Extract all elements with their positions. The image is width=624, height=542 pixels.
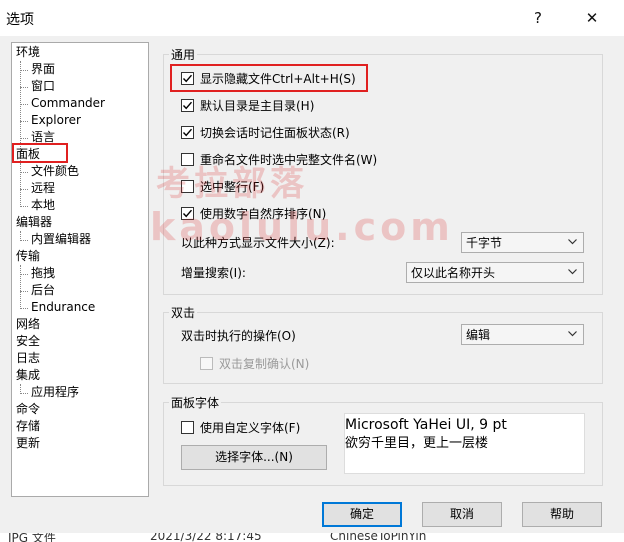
size-format-value: 千字节 — [466, 236, 503, 250]
use-custom-font-checkbox[interactable] — [181, 421, 194, 434]
tree-item-endurance[interactable]: Endurance — [31, 299, 95, 315]
tree-item-local[interactable]: 本地 — [31, 197, 55, 213]
double-click-action-select[interactable]: 编辑 — [461, 324, 584, 345]
tree-item-integration[interactable]: 集成 — [16, 367, 40, 383]
chevron-down-icon — [568, 331, 577, 337]
bg-file-type: JPG 文件 — [8, 533, 56, 542]
tree-item-commander[interactable]: Commander — [31, 95, 105, 111]
default-dir-home-checkbox[interactable] — [181, 99, 194, 112]
help-button[interactable]: 帮助 — [522, 502, 602, 527]
chevron-down-icon — [568, 239, 577, 245]
remember-panel-state-checkbox[interactable] — [181, 126, 194, 139]
tree-item-security[interactable]: 安全 — [16, 333, 40, 349]
tree-item-drag-drop[interactable]: 拖拽 — [31, 265, 55, 281]
incremental-search-value: 仅以此名称开头 — [411, 266, 496, 280]
incremental-search-select[interactable]: 仅以此名称开头 — [406, 262, 584, 283]
tree-item-window[interactable]: 窗口 — [31, 78, 55, 94]
help-icon[interactable]: ? — [526, 6, 550, 30]
window-title: 选项 — [6, 12, 34, 28]
tree-item-interface[interactable]: 界面 — [31, 61, 55, 77]
tree-item-transfer[interactable]: 传输 — [16, 248, 40, 264]
options-tree[interactable]: 环境 界面 窗口 Commander Explorer 语言 面板 文件颜色 远… — [11, 42, 149, 497]
highlight-show-hidden — [170, 64, 368, 92]
cancel-button[interactable]: 取消 — [422, 502, 502, 527]
select-font-button[interactable]: 选择字体...(N) — [181, 445, 327, 470]
default-dir-home-label: 默认目录是主目录(H) — [200, 99, 315, 113]
background-window-strip: JPG 文件 2021/3/22 8:17:45 ChineseToPinYin — [0, 533, 624, 542]
watermark-url: kaolulu.com — [150, 205, 454, 249]
double-click-group: 双击 — [163, 304, 603, 384]
bg-file-name: ChineseToPinYin — [330, 533, 427, 542]
tree-item-explorer[interactable]: Explorer — [31, 112, 81, 128]
tree-item-file-colors[interactable]: 文件颜色 — [31, 163, 79, 179]
tree-item-internal-editor[interactable]: 内置编辑器 — [31, 231, 91, 247]
double-click-action-value: 编辑 — [466, 328, 491, 342]
font-preview: Microsoft YaHei UI, 9 pt 欲穷千里目，更上一层楼 — [344, 413, 585, 474]
tree-item-commands[interactable]: 命令 — [16, 401, 40, 417]
incremental-search-label: 增量搜索(I): — [181, 266, 246, 280]
font-preview-name: Microsoft YaHei UI, 9 pt — [345, 417, 507, 433]
general-group-title: 通用 — [169, 46, 198, 63]
tree-item-storage[interactable]: 存储 — [16, 418, 40, 434]
size-format-select[interactable]: 千字节 — [461, 232, 584, 253]
tree-item-logging[interactable]: 日志 — [16, 350, 40, 366]
tree-item-editors[interactable]: 编辑器 — [16, 214, 52, 230]
highlight-panels-item — [12, 143, 68, 163]
double-click-group-title: 双击 — [169, 304, 198, 321]
tree-item-network[interactable]: 网络 — [16, 316, 40, 332]
title-bar: 选项 ? ✕ — [0, 0, 624, 36]
close-icon[interactable]: ✕ — [580, 6, 604, 30]
tree-item-environment[interactable]: 环境 — [16, 44, 40, 60]
tree-item-remote[interactable]: 远程 — [31, 180, 55, 196]
watermark-text: 考拉部落 — [156, 164, 308, 204]
confirm-copy-label: 双击复制确认(N) — [219, 357, 310, 371]
tree-item-updates[interactable]: 更新 — [16, 435, 40, 451]
tree-item-applications[interactable]: 应用程序 — [31, 384, 79, 400]
tree-item-background[interactable]: 后台 — [31, 282, 55, 298]
ok-button[interactable]: 确定 — [322, 502, 402, 527]
bg-file-date: 2021/3/22 8:17:45 — [150, 533, 262, 542]
chevron-down-icon — [568, 269, 577, 275]
panel-font-group-title: 面板字体 — [169, 394, 222, 411]
font-preview-sample: 欲穷千里目，更上一层楼 — [345, 436, 489, 451]
confirm-copy-checkbox[interactable] — [200, 357, 213, 370]
double-click-action-label: 双击时执行的操作(O) — [181, 329, 296, 343]
use-custom-font-label: 使用自定义字体(F) — [200, 421, 301, 435]
remember-panel-state-label: 切换会话时记住面板状态(R) — [200, 126, 350, 140]
